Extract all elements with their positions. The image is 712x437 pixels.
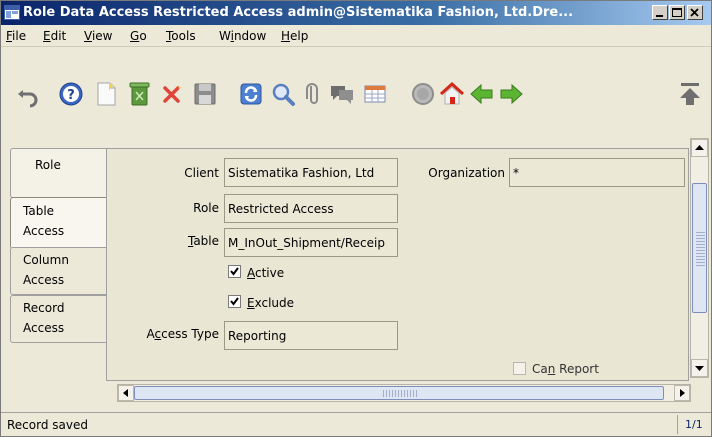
home-button[interactable] (438, 80, 466, 108)
menu-view[interactable]: View (84, 29, 112, 43)
delete-selection-icon (163, 84, 182, 103)
horizontal-scroll-thumb[interactable] (134, 386, 664, 400)
scroll-left-button[interactable] (118, 385, 134, 401)
horizontal-scrollbar[interactable] (117, 384, 691, 402)
arrow-up-icon (695, 145, 704, 150)
next-record-button[interactable] (497, 80, 525, 108)
save-icon (194, 83, 216, 105)
minimize-button[interactable] (652, 5, 668, 20)
find-button[interactable] (269, 80, 297, 108)
window-title: Role Data Access Restricted Access admin… (23, 5, 574, 20)
menu-go[interactable]: Go (130, 29, 147, 43)
menu-file[interactable]: File (6, 29, 26, 43)
menu-help[interactable]: Help (281, 29, 308, 43)
table-label: Table (187, 234, 219, 248)
undo-button[interactable] (14, 80, 42, 108)
minimize-icon (656, 15, 663, 17)
arrow-down-icon (695, 366, 704, 371)
maximize-button[interactable] (669, 5, 685, 20)
new-record-icon (97, 81, 116, 106)
menu-bar: File Edit View Go Tools Window Help (1, 25, 711, 47)
tab-column-access-line2: Access (23, 273, 65, 287)
organization-field[interactable]: * (509, 158, 685, 187)
first-record-icon (680, 83, 700, 105)
active-checkbox[interactable] (228, 265, 241, 278)
status-message: Record saved (7, 418, 88, 432)
status-bar: Record saved 1/1 (1, 412, 711, 436)
scroll-up-button[interactable] (691, 139, 708, 157)
menu-tools[interactable]: Tools (166, 29, 196, 43)
client-label: Client (184, 166, 219, 180)
active-label: Active (247, 266, 285, 280)
application-window: Role Data Access Restricted Access admin… (0, 0, 712, 437)
help-button[interactable]: ? (57, 80, 85, 108)
window-app-icon (4, 5, 20, 20)
access-type-field[interactable]: Reporting (224, 321, 398, 350)
maximize-icon (672, 8, 682, 17)
attachment-icon (306, 83, 318, 104)
record-count[interactable]: 1/1 (685, 418, 703, 431)
tab-role[interactable]: Role (10, 148, 106, 198)
scroll-right-button[interactable] (674, 385, 690, 401)
delete-selection-button[interactable] (158, 80, 186, 108)
svg-text:?: ? (67, 88, 75, 103)
tab-record-access[interactable]: Record Access (10, 295, 106, 343)
history-button[interactable] (409, 80, 437, 108)
menu-window[interactable]: Window (219, 29, 266, 43)
undo-icon (18, 90, 38, 108)
attachment-button[interactable] (299, 80, 327, 108)
home-icon (439, 81, 465, 105)
close-button[interactable] (687, 5, 703, 20)
refresh-button[interactable] (237, 80, 265, 108)
next-icon (500, 83, 523, 105)
checkmark-icon (230, 267, 239, 276)
table-field[interactable]: M_InOut_Shipment/Receip (224, 228, 398, 257)
checkmark-icon (230, 297, 239, 306)
tab-table-access-line2: Access (23, 224, 65, 238)
grid-toggle-button[interactable] (361, 80, 389, 108)
menu-edit[interactable]: Edit (43, 29, 66, 43)
history-icon (412, 83, 434, 105)
arrow-left-icon (123, 389, 128, 397)
tab-table-access-line1: Table (23, 204, 55, 218)
client-field[interactable]: Sistematika Fashion, Ltd (224, 158, 398, 187)
exclude-label: Exclude (247, 296, 295, 310)
toolbar: ? (1, 48, 711, 136)
title-bar[interactable]: Role Data Access Restricted Access admin… (1, 1, 711, 25)
save-button[interactable] (191, 80, 219, 108)
find-icon (272, 83, 295, 106)
help-icon: ? (59, 82, 83, 106)
vertical-scroll-thumb[interactable] (692, 183, 707, 313)
refresh-icon (240, 83, 262, 105)
role-label: Role (193, 201, 219, 215)
can-report-checkbox[interactable] (513, 362, 526, 375)
previous-icon (470, 83, 493, 105)
organization-label: Organization (428, 166, 505, 180)
access-type-label: Access Type (146, 327, 219, 341)
vertical-scrollbar[interactable] (690, 138, 709, 378)
arrow-right-icon (680, 389, 685, 397)
scroll-down-button[interactable] (691, 359, 708, 377)
can-report-label: Can Report (532, 362, 599, 376)
chat-icon (331, 86, 353, 104)
tab-role-label: Role (35, 158, 61, 172)
tab-table-access[interactable]: Table Access (10, 197, 106, 249)
exclude-checkbox[interactable] (228, 295, 241, 308)
chat-button[interactable] (328, 80, 356, 108)
new-record-button[interactable] (92, 80, 120, 108)
status-divider (677, 415, 678, 434)
first-record-button[interactable] (676, 80, 704, 108)
previous-record-button[interactable] (468, 80, 496, 108)
tab-record-access-line2: Access (23, 321, 65, 335)
close-icon (690, 8, 699, 17)
tab-column-access-line1: Column (23, 253, 69, 267)
delete-icon (129, 82, 150, 106)
tab-record-access-line1: Record (23, 301, 65, 315)
tab-column-access[interactable]: Column Access (10, 247, 106, 295)
delete-button[interactable] (125, 80, 153, 108)
role-field[interactable]: Restricted Access (224, 194, 398, 223)
grid-toggle-icon (364, 85, 386, 103)
